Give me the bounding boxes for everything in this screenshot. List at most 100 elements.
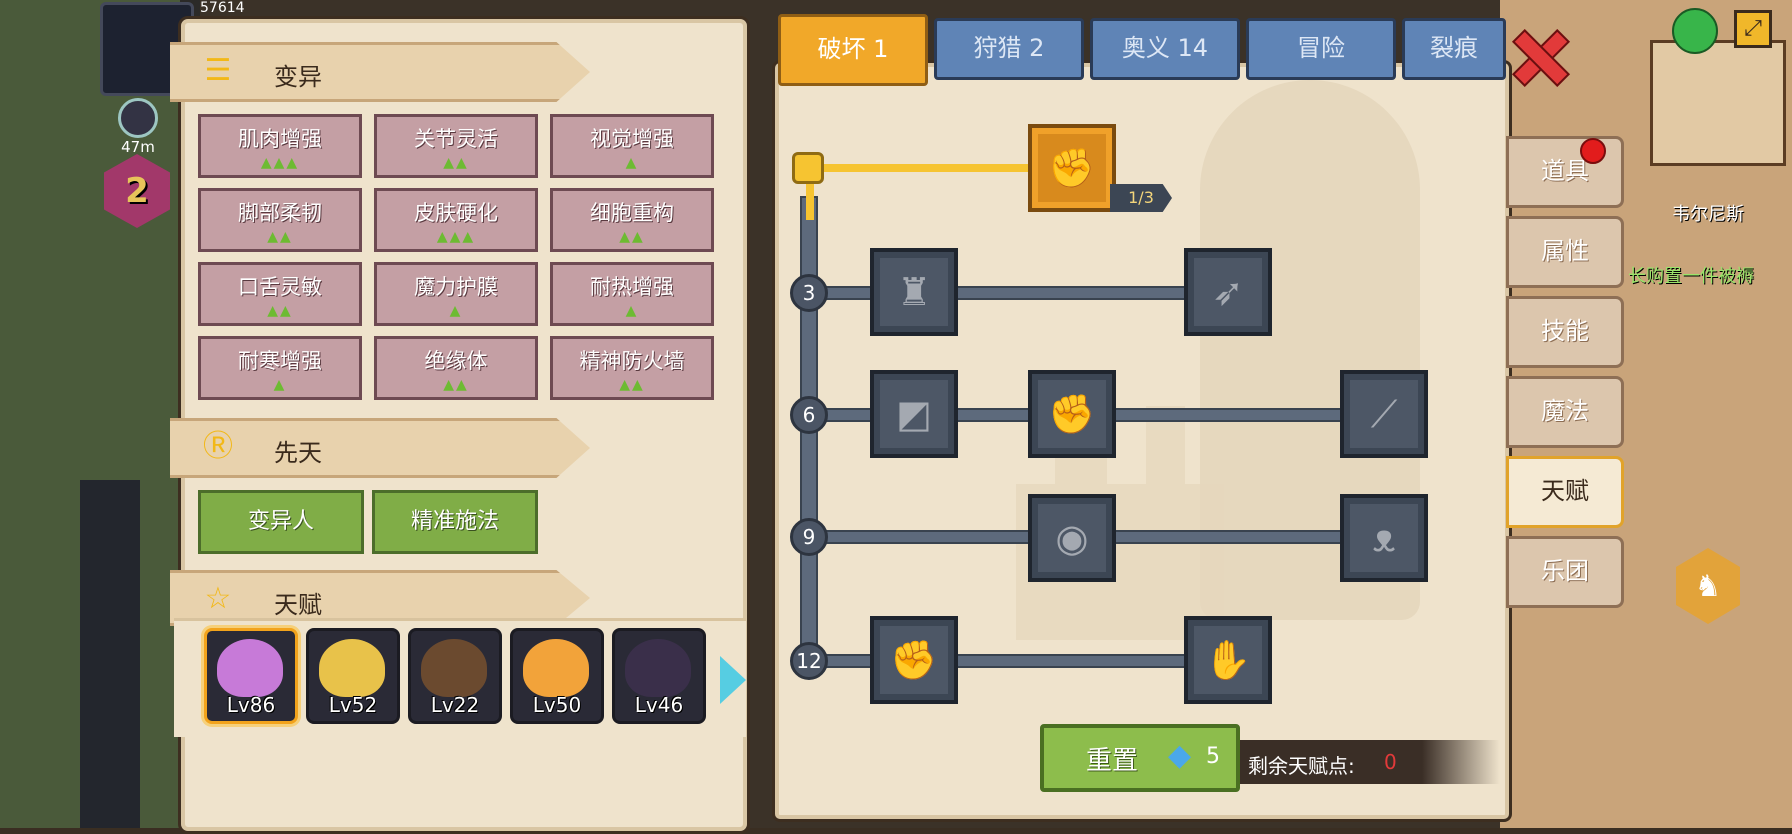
side-menu-item[interactable]: 属性 — [1506, 216, 1624, 288]
side-menu-item[interactable]: 技能 — [1506, 296, 1624, 368]
mutation-trait[interactable]: 耐寒增强 ▲ — [198, 336, 362, 400]
mutation-trait-label: 耐热增强 — [590, 275, 674, 299]
mutation-trait-label: 肌肉增强 — [238, 127, 322, 151]
hero-portrait[interactable]: Lv46 — [612, 628, 706, 724]
hero-level: Lv86 — [226, 693, 276, 717]
mutation-header: ☰ 变异 — [170, 42, 590, 102]
mutation-trait[interactable]: 关节灵活 ▲▲ — [374, 114, 538, 178]
top-stat: 57614 — [200, 0, 245, 16]
trait-level-icons: ▲▲ — [443, 377, 469, 393]
network-icon[interactable] — [1672, 8, 1718, 54]
building-map — [1650, 40, 1786, 166]
hero-portrait[interactable]: Lv86 — [204, 628, 298, 724]
mutation-trait[interactable]: 细胞重构 ▲▲ — [550, 188, 714, 252]
hero-face — [625, 639, 691, 697]
mutation-trait[interactable]: 魔力护膜 ▲ — [374, 262, 538, 326]
tree-root-node — [792, 152, 824, 184]
hero-portrait[interactable]: Lv22 — [408, 628, 502, 724]
side-menu-item[interactable]: 天赋 — [1506, 456, 1624, 528]
remaining-points: 剩余天赋点: 0 — [1240, 740, 1500, 784]
tab-label: 奥义 14 — [1121, 34, 1209, 62]
hero-level: Lv22 — [430, 693, 480, 717]
bat-icon: ᴥ — [1350, 504, 1418, 572]
reset-talents-button[interactable]: 重置 ◆ 5 — [1040, 724, 1240, 792]
side-menu-label: 乐团 — [1541, 557, 1589, 585]
level-badge-value: 2 — [125, 171, 149, 211]
innate-header: Ⓡ 先天 — [170, 418, 590, 478]
mutation-trait-label: 皮肤硬化 — [414, 201, 498, 225]
mutation-trait-label: 精神防火墙 — [579, 349, 685, 373]
side-menu-label: 天赋 — [1541, 477, 1589, 505]
side-menu-item[interactable]: 乐团 — [1506, 536, 1624, 608]
tab-mystery[interactable]: 奥义 14 — [1090, 18, 1240, 80]
talent-bat[interactable]: ᴥ — [1340, 494, 1428, 582]
arrow-strike-icon: ➶ — [1194, 258, 1262, 326]
fist-down-icon: ✋ — [1194, 626, 1262, 694]
reset-cost: 5 — [1206, 744, 1220, 769]
unlocked-path — [804, 164, 1032, 172]
side-menu-item[interactable]: 魔法 — [1506, 376, 1624, 448]
tab-label: 冒险 — [1297, 34, 1345, 62]
tab-destroy[interactable]: 破坏 1 — [778, 14, 928, 86]
mutation-trait[interactable]: 口舌灵敏 ▲▲ — [198, 262, 362, 326]
trait-level-icons: ▲ — [273, 377, 287, 393]
mutation-trait[interactable]: 精神防火墙 ▲▲ — [550, 336, 714, 400]
mutation-trait-label: 视觉增强 — [590, 127, 674, 151]
talent-arrow-strike[interactable]: ➶ — [1184, 248, 1272, 336]
side-menu-label: 技能 — [1541, 317, 1589, 345]
talent-fist-down[interactable]: ✋ — [1184, 616, 1272, 704]
hero-portrait[interactable]: Lv52 — [306, 628, 400, 724]
tab-adventure[interactable]: 冒险 — [1246, 18, 1396, 80]
talent-arm-wrestle[interactable]: ✊ — [1028, 124, 1116, 212]
innate-trait-precise-cast[interactable]: 精准施法 — [372, 490, 538, 554]
tier-level-3: 3 — [790, 274, 828, 312]
trait-level-icons: ▲▲ — [619, 377, 645, 393]
mutation-trait[interactable]: 耐热增强 ▲ — [550, 262, 714, 326]
innate-label: 精准施法 — [410, 509, 499, 534]
talent-slash[interactable]: ⟋ — [1340, 370, 1428, 458]
reset-label: 重置 — [1086, 746, 1139, 776]
side-menu-label: 属性 — [1541, 237, 1589, 265]
innate-trait-mutant[interactable]: 变异人 — [198, 490, 364, 554]
talent-fist-punch[interactable]: ✊ — [1028, 370, 1116, 458]
remaining-label: 剩余天赋点: — [1248, 754, 1355, 778]
notice-text: 长购置一件被褥 — [1628, 266, 1754, 287]
trait-level-icons: ▲ — [449, 303, 463, 319]
talent-giant[interactable]: ♜ — [870, 248, 958, 336]
talent-category-tabs: 破坏 1 狩猎 2 奥义 14 冒险 裂痕 — [776, 14, 1506, 86]
mutation-trait[interactable]: 皮肤硬化 ▲▲▲ — [374, 188, 538, 252]
fullscreen-icon[interactable]: ⤢ — [1734, 10, 1772, 48]
side-menu-item[interactable]: 道具 — [1506, 136, 1624, 208]
hero-face — [217, 639, 283, 697]
location-label: 韦尔尼斯 — [1672, 204, 1744, 225]
slash-icon: ⟋ — [1350, 380, 1418, 448]
mutation-trait-label: 魔力护膜 — [414, 275, 498, 299]
mutation-trait[interactable]: 绝缘体 ▲▲ — [374, 336, 538, 400]
tier-level-6: 6 — [790, 396, 828, 434]
mutation-trait-label: 细胞重构 — [590, 201, 674, 225]
talent-shockwave[interactable]: ◉ — [1028, 494, 1116, 582]
mutation-trait[interactable]: 视觉增强 ▲ — [550, 114, 714, 178]
trait-level-icons: ▲▲▲ — [260, 155, 300, 171]
tab-rift[interactable]: 裂痕 — [1402, 18, 1506, 80]
trait-level-icons: ▲▲ — [267, 229, 293, 245]
hero-face — [523, 639, 589, 697]
mutation-trait[interactable]: 脚部柔韧 ▲▲ — [198, 188, 362, 252]
trait-level-icons: ▲ — [625, 303, 639, 319]
tier-level-12: 12 — [790, 642, 828, 680]
next-heroes-arrow[interactable] — [720, 656, 746, 704]
compass-icon — [118, 98, 158, 138]
hero-face — [319, 639, 385, 697]
hero-portrait[interactable]: Lv50 — [510, 628, 604, 724]
shockwave-icon: ◉ — [1038, 504, 1106, 572]
talent-title: 天赋 — [274, 591, 322, 619]
talent-shield-break[interactable]: ◩ — [870, 370, 958, 458]
distance-label: 47m — [121, 138, 155, 156]
mutation-trait[interactable]: 肌肉增强 ▲▲▲ — [198, 114, 362, 178]
distance-indicator: 47m — [108, 98, 168, 156]
tier-level-9: 9 — [790, 518, 828, 556]
tab-hunt[interactable]: 狩猎 2 — [934, 18, 1084, 80]
talent-raised-fist[interactable]: ✊ — [870, 616, 958, 704]
close-button[interactable] — [1510, 26, 1570, 87]
tab-label: 破坏 1 — [817, 35, 889, 63]
